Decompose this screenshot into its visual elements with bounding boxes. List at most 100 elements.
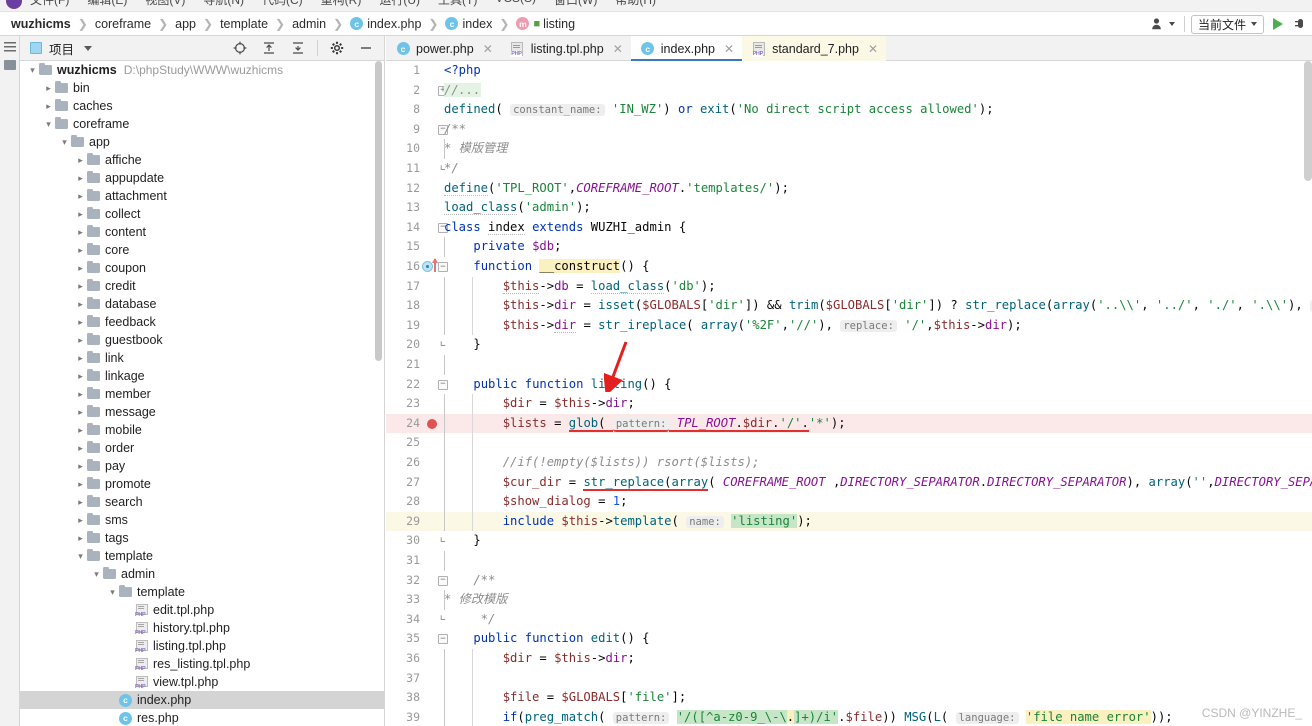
tree-item[interactable]: ▾ template bbox=[20, 547, 384, 565]
breadcrumb-item-app[interactable]: app bbox=[172, 17, 199, 31]
tree-item[interactable]: ▸ linkage bbox=[20, 367, 384, 385]
menu-item-edit[interactable]: 编辑(E) bbox=[87, 0, 127, 8]
menu-item-view[interactable]: 视图(V) bbox=[145, 0, 185, 8]
chevron-right-icon[interactable]: ▸ bbox=[74, 205, 87, 223]
gutter-markers[interactable] bbox=[424, 414, 446, 434]
chevron-right-icon[interactable]: ▸ bbox=[74, 151, 87, 169]
chevron-right-icon[interactable]: ▸ bbox=[74, 421, 87, 439]
menu-item-tools[interactable]: 工具(T) bbox=[438, 0, 477, 8]
chevron-down-icon[interactable]: ▾ bbox=[58, 133, 71, 151]
main-menu-bar[interactable]: 文件(F) 编辑(E) 视图(V) 导航(N) 代码(C) 重构(R) 运行(U… bbox=[0, 0, 1312, 12]
close-icon[interactable]: ✕ bbox=[724, 42, 734, 56]
tree-item[interactable]: ▸ member bbox=[20, 385, 384, 403]
breadcrumb-item-admin[interactable]: admin bbox=[289, 17, 329, 31]
user-icon[interactable] bbox=[1148, 14, 1178, 34]
tree-item[interactable]: ▸ sms bbox=[20, 511, 384, 529]
close-icon[interactable]: ✕ bbox=[483, 42, 493, 56]
chevron-right-icon[interactable]: ▸ bbox=[74, 241, 87, 259]
breadcrumb-item-class[interactable]: c index bbox=[442, 17, 495, 31]
breadcrumb-item-coreframe[interactable]: coreframe bbox=[92, 17, 154, 31]
project-panel-toolbar[interactable] bbox=[230, 38, 384, 58]
chevron-right-icon[interactable]: ▸ bbox=[74, 529, 87, 547]
breakpoint-icon[interactable] bbox=[427, 418, 437, 429]
menu-item-refactor[interactable]: 重构(R) bbox=[321, 0, 362, 8]
tree-item[interactable]: ▸ content bbox=[20, 223, 384, 241]
settings-gear-icon[interactable] bbox=[327, 38, 347, 58]
editor-tab-bar[interactable]: c power.php ✕ PHP listing.tpl.php ✕ c in… bbox=[386, 36, 1312, 61]
chevron-right-icon[interactable]: ▸ bbox=[74, 511, 87, 529]
chevron-right-icon[interactable]: ▸ bbox=[74, 169, 87, 187]
project-folder-icon[interactable] bbox=[4, 60, 16, 70]
tree-item[interactable]: ▸ bin bbox=[20, 79, 384, 97]
tree-item[interactable]: ▸ pay bbox=[20, 457, 384, 475]
breadcrumb-item-file[interactable]: c index.php bbox=[347, 17, 424, 31]
collapse-all-icon[interactable] bbox=[288, 38, 308, 58]
chevron-down-icon[interactable]: ▾ bbox=[90, 565, 103, 583]
tree-item[interactable]: PHP res_listing.tpl.php bbox=[20, 655, 384, 673]
project-tree[interactable]: ▾ wuzhicms D:\phpStudy\WWW\wuzhicms ▸ bin ▸ ca… bbox=[20, 61, 385, 726]
chevron-right-icon[interactable]: ▸ bbox=[74, 439, 87, 457]
tree-item[interactable]: ▾ app bbox=[20, 133, 384, 151]
chevron-right-icon[interactable]: ▸ bbox=[74, 295, 87, 313]
project-view-chevron-down-icon[interactable] bbox=[84, 45, 93, 51]
close-icon[interactable]: ✕ bbox=[613, 42, 623, 56]
tree-item[interactable]: ▾ admin bbox=[20, 565, 384, 583]
chevron-right-icon[interactable]: ▸ bbox=[74, 313, 87, 331]
locate-target-icon[interactable] bbox=[230, 38, 250, 58]
menu-item-file[interactable]: 文件(F) bbox=[30, 0, 69, 8]
chevron-right-icon[interactable]: ▸ bbox=[74, 493, 87, 511]
tree-item[interactable]: PHP view.tpl.php bbox=[20, 673, 384, 691]
tree-item[interactable]: ▸ tags bbox=[20, 529, 384, 547]
menu-item-window[interactable]: 窗口(W) bbox=[554, 0, 597, 8]
tree-item[interactable]: ▸ promote bbox=[20, 475, 384, 493]
tree-item[interactable]: PHP history.tpl.php bbox=[20, 619, 384, 637]
chevron-down-icon[interactable]: ▾ bbox=[106, 583, 119, 601]
tree-item[interactable]: ▸ database bbox=[20, 295, 384, 313]
chevron-right-icon[interactable]: ▸ bbox=[74, 385, 87, 403]
tree-item[interactable]: ▸ feedback bbox=[20, 313, 384, 331]
chevron-down-icon[interactable]: ▾ bbox=[26, 61, 39, 79]
chevron-right-icon[interactable]: ▸ bbox=[74, 223, 87, 241]
editor-scrollbar[interactable] bbox=[1304, 61, 1312, 181]
chevron-right-icon[interactable]: ▸ bbox=[74, 331, 87, 349]
tree-item[interactable]: ▸ collect bbox=[20, 205, 384, 223]
chevron-right-icon[interactable]: ▸ bbox=[74, 349, 87, 367]
chevron-right-icon[interactable]: ▸ bbox=[74, 475, 87, 493]
minimize-icon[interactable] bbox=[356, 38, 376, 58]
chevron-right-icon[interactable]: ▸ bbox=[74, 187, 87, 205]
tree-item[interactable]: ▾ coreframe bbox=[20, 115, 384, 133]
tree-item[interactable]: ▸ guestbook bbox=[20, 331, 384, 349]
tab-index-php[interactable]: c index.php ✕ bbox=[630, 36, 743, 61]
menu-item-navigate[interactable]: 导航(N) bbox=[203, 0, 244, 8]
chevron-down-icon[interactable]: ▾ bbox=[74, 547, 87, 565]
tree-item[interactable]: ▸ affiche bbox=[20, 151, 384, 169]
chevron-right-icon[interactable]: ▸ bbox=[74, 259, 87, 277]
breadcrumb-item-project[interactable]: wuzhicms bbox=[8, 17, 74, 31]
tree-item[interactable]: ▸ credit bbox=[20, 277, 384, 295]
tab-power-php[interactable]: c power.php ✕ bbox=[386, 36, 501, 61]
structure-icon[interactable] bbox=[4, 42, 16, 52]
run-button[interactable] bbox=[1270, 14, 1286, 34]
code-editor[interactable]: 1 <?php 2 + //... 8 defined( constant_na… bbox=[386, 61, 1312, 726]
tree-item[interactable]: ▾ wuzhicms D:\phpStudy\WWW\wuzhicms bbox=[20, 61, 384, 79]
tree-item[interactable]: ▸ core bbox=[20, 241, 384, 259]
close-icon[interactable]: ✕ bbox=[868, 42, 878, 56]
collapse-to-top-icon[interactable] bbox=[259, 38, 279, 58]
tree-item[interactable]: PHP listing.tpl.php bbox=[20, 637, 384, 655]
tab-listing-tpl-php[interactable]: PHP listing.tpl.php ✕ bbox=[501, 36, 631, 61]
menu-item-vcs[interactable]: VCS(S) bbox=[495, 0, 536, 8]
tree-item[interactable]: ▾ template bbox=[20, 583, 384, 601]
chevron-right-icon[interactable]: ▸ bbox=[42, 79, 55, 97]
chevron-right-icon[interactable]: ▸ bbox=[42, 97, 55, 115]
tree-item[interactable]: ▸ attachment bbox=[20, 187, 384, 205]
implements-arrow-icon[interactable] bbox=[431, 258, 438, 272]
tab-standard-7-php[interactable]: PHP standard_7.php ✕ bbox=[742, 36, 887, 61]
menu-item-help[interactable]: 帮助(H) bbox=[615, 0, 656, 8]
project-tree-scrollbar[interactable] bbox=[375, 61, 382, 361]
tree-item[interactable]: PHP edit.tpl.php bbox=[20, 601, 384, 619]
tree-item[interactable]: ▸ coupon bbox=[20, 259, 384, 277]
chevron-right-icon[interactable]: ▸ bbox=[74, 457, 87, 475]
chevron-right-icon[interactable]: ▸ bbox=[74, 367, 87, 385]
tree-item-selected[interactable]: c index.php bbox=[20, 691, 384, 709]
tree-item[interactable]: c res.php bbox=[20, 709, 384, 726]
